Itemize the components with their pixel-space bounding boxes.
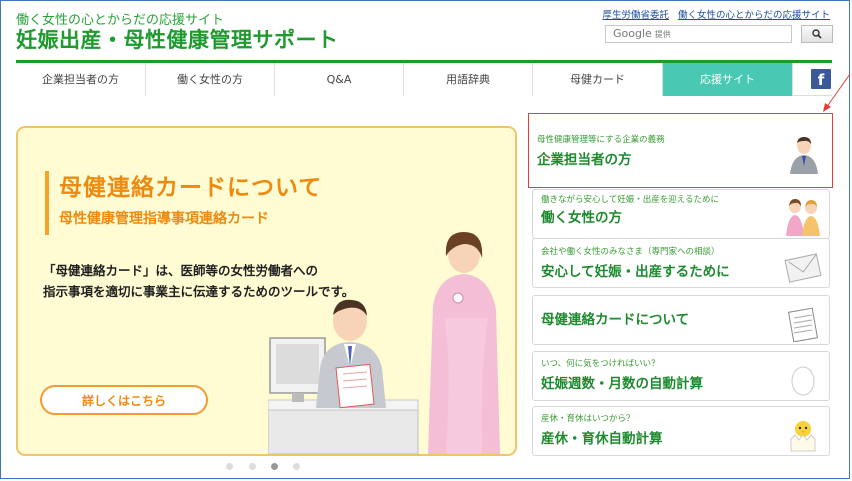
panel-small-text: 働きながら安心して妊娠・出産を迎えるために (541, 195, 719, 205)
details-button[interactable]: 詳しくはこちら (40, 385, 208, 415)
annotation-arrow (823, 73, 851, 112)
search-icon (812, 29, 822, 39)
banner-title: 母健連絡カードについて (59, 175, 323, 201)
search-input[interactable] (605, 25, 792, 43)
panel-safe-pregnancy[interactable]: 会社や働く女性のみなさま（専門家への相談） 安心して妊娠・出産するために (532, 238, 830, 288)
nav-support-site[interactable]: 応援サイト (663, 63, 793, 96)
panel-small-text: 産休・育休はいつから？ (541, 414, 635, 424)
carousel-dot-4[interactable] (293, 463, 300, 470)
chick-icon (790, 421, 816, 452)
carousel-dot-1[interactable] (226, 463, 233, 470)
site-title[interactable]: 妊娠出産・母性健康管理サポート (16, 24, 339, 54)
panel-small-text: いつ、何に気をつければいい？ (541, 359, 660, 369)
panel-boken-card[interactable]: 母健連絡カードについて (532, 295, 830, 345)
top-link-mhlw[interactable]: 厚生労働省委託 (602, 10, 669, 21)
nav-qa[interactable]: Q&A (275, 63, 404, 96)
panel-small-text: 会社や働く女性のみなさま（専門家への相談） (541, 247, 720, 257)
banner-illustration (268, 232, 500, 454)
panel-small-text: 母性健康管理等にする企業の義務 (537, 135, 665, 145)
panel-title: 企業担当者の方 (537, 152, 632, 168)
nav-working-women[interactable]: 働く女性の方 (146, 63, 275, 96)
carousel-dots (226, 463, 306, 473)
women-icon (786, 199, 820, 236)
search-button[interactable] (801, 25, 833, 43)
top-links: 厚生労働省委託 働く女性の心とからだの応援サイト (596, 7, 830, 21)
panel-title: 産休・育休自動計算 (541, 431, 663, 447)
main-nav: 企業担当者の方 働く女性の方 Q&A 用語辞典 母健カード 応援サイト f (16, 60, 832, 96)
carousel-dot-3[interactable] (271, 463, 278, 470)
search-box: Google 提供 (605, 25, 833, 45)
nav-glossary[interactable]: 用語辞典 (404, 63, 533, 96)
panel-title: 安心して妊娠・出産するために (541, 264, 730, 280)
businessman-icon (790, 137, 818, 174)
carousel-dot-2[interactable] (249, 463, 256, 470)
nav-corporate[interactable]: 企業担当者の方 (16, 63, 146, 96)
card-document-icon (787, 307, 819, 342)
panel-title: 妊娠週数・月数の自動計算 (541, 376, 703, 392)
nav-boken-card[interactable]: 母健カード (533, 63, 663, 96)
panel-pregnancy-calc[interactable]: いつ、何に気をつければいい？ 妊娠週数・月数の自動計算 (532, 351, 830, 401)
panel-title: 働く女性の方 (541, 210, 622, 226)
hero-banner[interactable]: 母健連絡カードについて 母性健康管理指導事項連絡カード 「母健連絡カード」は、医… (16, 126, 517, 456)
mail-icon (784, 253, 822, 283)
top-link-support-site[interactable]: 働く女性の心とからだの応援サイト (678, 10, 830, 21)
banner-accent-bar (45, 171, 49, 235)
banner-subtitle: 母性健康管理指導事項連絡カード (59, 211, 269, 227)
panel-corporate[interactable]: 母性健康管理等にする企業の義務 企業担当者の方 (528, 113, 833, 188)
panel-working-women[interactable]: 働きながら安心して妊娠・出産を迎えるために 働く女性の方 (532, 189, 830, 239)
egg-icon (791, 366, 815, 396)
panel-title: 母健連絡カードについて (541, 312, 690, 328)
panel-leave-calc[interactable]: 産休・育休はいつから？ 産休・育休自動計算 (532, 406, 830, 456)
site-header: 働く女性の心とからだの応援サイト 妊娠出産・母性健康管理サポート 厚生労働省委託… (0, 0, 852, 62)
